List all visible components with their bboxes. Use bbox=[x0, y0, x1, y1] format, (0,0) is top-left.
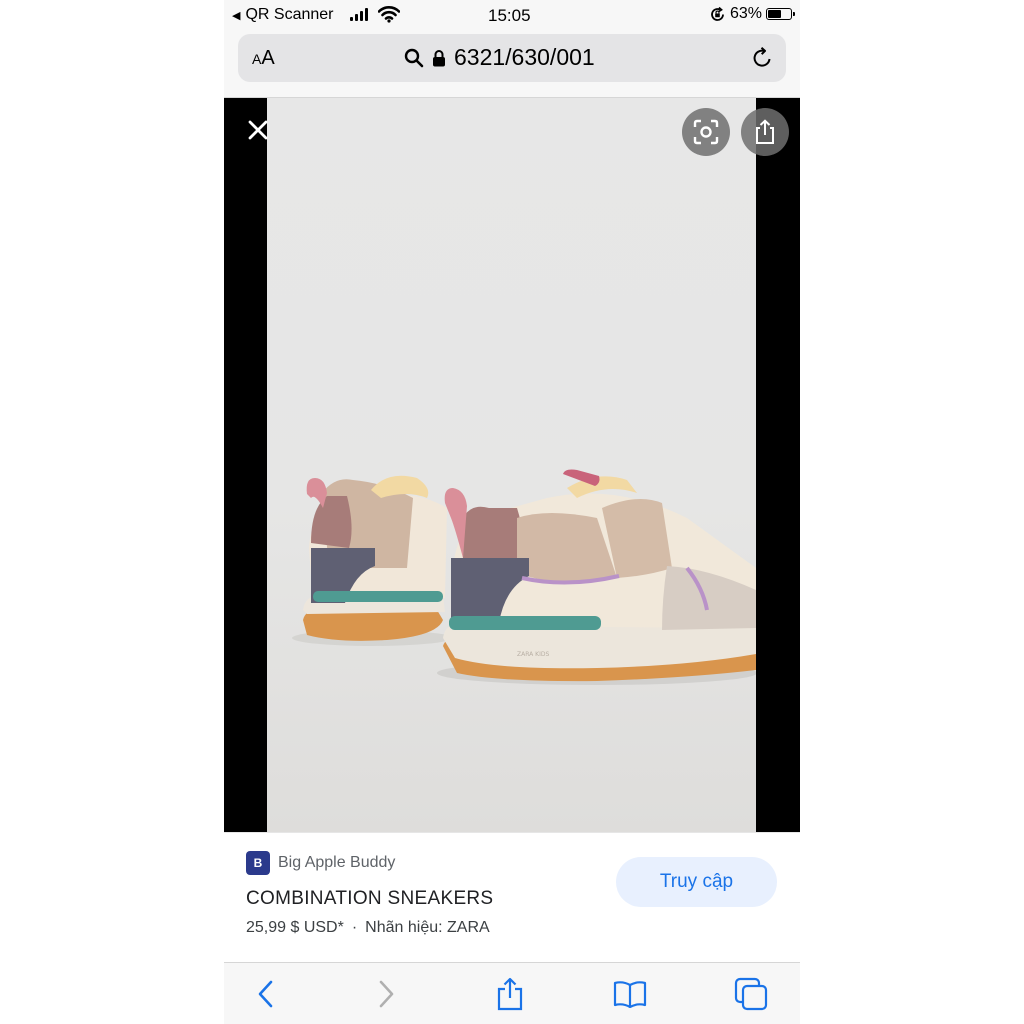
site-favicon-icon: B bbox=[246, 851, 270, 875]
bookmarks-button[interactable] bbox=[613, 977, 647, 1011]
address-bar[interactable]: AA 6321/630/001 bbox=[238, 34, 786, 82]
site-source[interactable]: B Big Apple Buddy bbox=[246, 851, 395, 875]
browser-toolbar bbox=[224, 962, 800, 1024]
back-triangle-icon: ◀ bbox=[232, 9, 241, 22]
image-viewer: ZARA KIDS bbox=[224, 98, 800, 832]
forward-button[interactable] bbox=[369, 977, 403, 1011]
bookmarks-icon bbox=[613, 981, 647, 1008]
product-meta: 25,99 $ USD* · Nhãn hiệu: ZARA bbox=[246, 919, 490, 937]
lens-icon bbox=[693, 119, 719, 145]
orientation-lock-icon bbox=[711, 6, 724, 21]
meta-separator: · bbox=[351, 919, 358, 936]
share-page-button[interactable] bbox=[493, 977, 527, 1011]
battery-fill bbox=[768, 10, 781, 18]
share-image-button[interactable] bbox=[741, 108, 789, 156]
battery-percent: 63% bbox=[729, 5, 762, 22]
lens-button[interactable] bbox=[682, 108, 730, 156]
product-info-card: B Big Apple Buddy COMBINATION SNEAKERS 2… bbox=[224, 832, 800, 963]
battery-icon bbox=[766, 8, 795, 20]
reload-icon[interactable] bbox=[750, 46, 774, 70]
aa-small: A bbox=[252, 51, 262, 67]
forward-icon bbox=[379, 980, 394, 1008]
svg-text:ZARA KIDS: ZARA KIDS bbox=[517, 651, 549, 658]
phone-screen: ◀ QR Scanner 15:05 63% AA 6321/630/001 Z… bbox=[224, 0, 800, 1024]
share-icon bbox=[497, 977, 523, 1011]
status-bar: ◀ QR Scanner 15:05 63% bbox=[224, 0, 800, 30]
url-text: 6321/630/001 bbox=[454, 44, 595, 70]
url-display[interactable]: 6321/630/001 bbox=[404, 44, 595, 71]
sneakers-illustration: ZARA KIDS bbox=[292, 469, 756, 685]
close-button[interactable] bbox=[242, 114, 274, 146]
clock: 15:05 bbox=[488, 6, 531, 25]
cellular-signal-icon bbox=[350, 8, 368, 21]
visit-button[interactable]: Truy cập bbox=[616, 857, 777, 907]
product-price: 25,99 $ USD* bbox=[246, 919, 344, 936]
wifi-icon bbox=[378, 6, 400, 23]
status-right: 63% bbox=[709, 5, 795, 23]
back-button[interactable] bbox=[249, 977, 283, 1011]
close-icon bbox=[248, 120, 268, 140]
back-to-app[interactable]: ◀ QR Scanner bbox=[232, 6, 334, 24]
lock-icon bbox=[433, 49, 445, 66]
aa-big: A bbox=[261, 47, 275, 69]
back-icon bbox=[258, 980, 273, 1008]
product-title: COMBINATION SNEAKERS bbox=[246, 888, 494, 909]
reader-settings-button[interactable]: AA bbox=[252, 47, 275, 70]
address-bar-area: AA 6321/630/001 bbox=[224, 30, 800, 98]
product-brand: Nhãn hiệu: ZARA bbox=[365, 919, 490, 936]
tabs-button[interactable] bbox=[734, 977, 768, 1011]
search-icon bbox=[404, 48, 424, 67]
back-app-label: QR Scanner bbox=[245, 6, 334, 23]
product-image: ZARA KIDS bbox=[267, 98, 756, 832]
share-icon bbox=[756, 119, 774, 144]
site-name: Big Apple Buddy bbox=[278, 854, 396, 871]
tabs-icon bbox=[734, 977, 768, 1011]
